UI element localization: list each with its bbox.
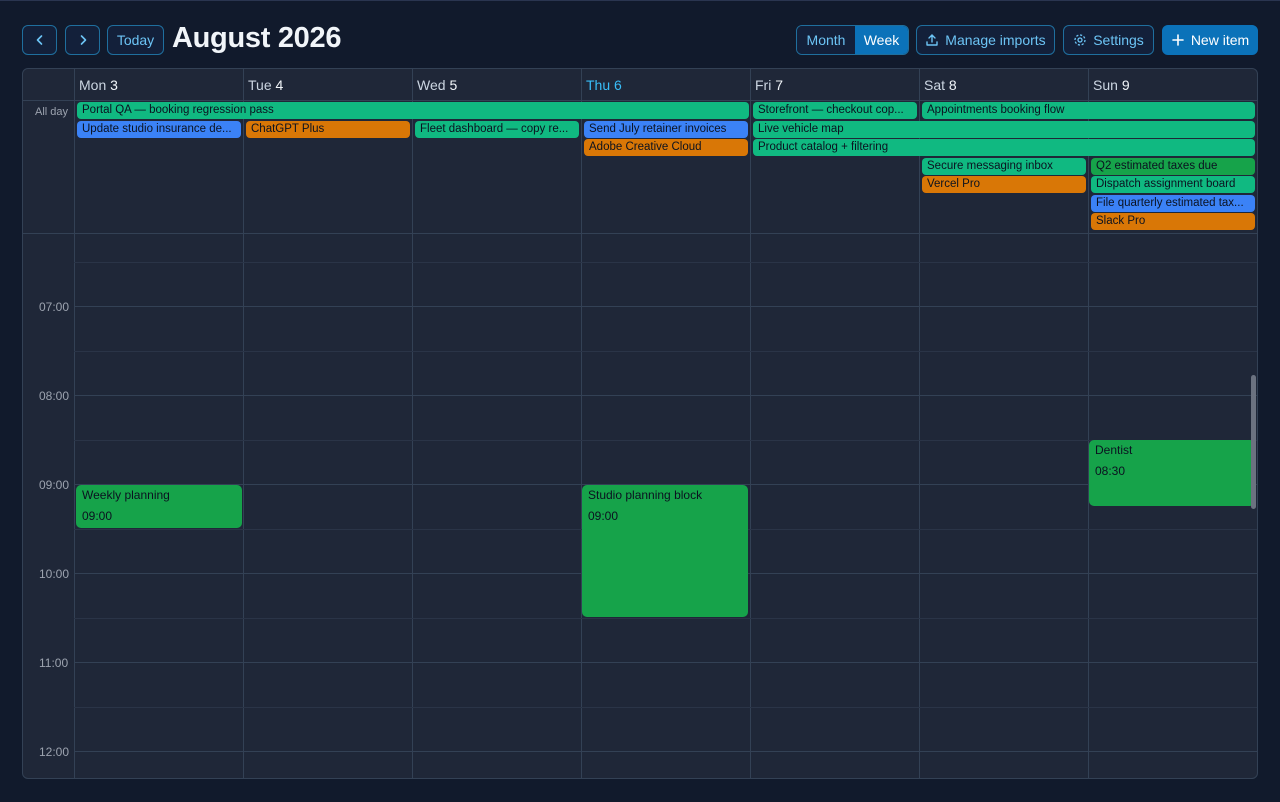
today-button-label: Today: [116, 32, 155, 48]
day-number: 3: [110, 77, 118, 93]
day-header-wed[interactable]: Wed 5: [417, 77, 457, 93]
allday-event[interactable]: Q2 estimated taxes due: [1091, 158, 1255, 175]
allday-event[interactable]: Secure messaging inbox: [922, 158, 1086, 175]
grid-column-line: [1088, 69, 1089, 778]
time-label: 10:00: [39, 567, 70, 581]
event-title: Weekly planning: [82, 488, 170, 502]
manage-imports-label: Manage imports: [945, 32, 1046, 48]
view-month-button[interactable]: Month: [797, 26, 855, 54]
allday-event[interactable]: Fleet dashboard — copy re...: [415, 121, 579, 138]
new-item-label: New item: [1190, 32, 1250, 48]
event-time: 09:00: [588, 509, 619, 523]
next-week-button[interactable]: [65, 25, 100, 55]
day-name: Sat: [924, 77, 946, 93]
allday-event[interactable]: Live vehicle map: [753, 121, 1255, 138]
timed-event[interactable]: Dentist 08:30: [1089, 440, 1255, 506]
timed-event[interactable]: Weekly planning 09:00: [76, 485, 242, 528]
new-item-button[interactable]: New item: [1162, 25, 1258, 55]
allday-event[interactable]: File quarterly estimated tax...: [1091, 195, 1255, 212]
day-header-tue[interactable]: Tue 4: [248, 77, 283, 93]
time-label: 12:00: [39, 745, 70, 759]
chevron-left-icon: [34, 34, 46, 46]
event-time: 08:30: [1095, 464, 1126, 478]
day-name: Tue: [248, 77, 272, 93]
allday-event[interactable]: Portal QA — booking regression pass: [77, 102, 749, 119]
grid-column-line: [74, 69, 75, 778]
day-header-fri[interactable]: Fri 7: [755, 77, 783, 93]
allday-event[interactable]: Product catalog + filtering: [753, 139, 1255, 156]
grid-row-line: [74, 306, 1257, 307]
grid-row-line: [74, 395, 1257, 396]
prev-week-button[interactable]: [22, 25, 57, 55]
day-name: Sun: [1093, 77, 1118, 93]
day-number: 5: [449, 77, 458, 93]
grid-column-line: [581, 69, 582, 778]
grid-row-line: [74, 440, 1257, 441]
allday-event[interactable]: Appointments booking flow: [922, 102, 1255, 119]
allday-event[interactable]: Storefront — checkout cop...: [753, 102, 917, 119]
day-name: Fri: [755, 77, 772, 93]
today-button[interactable]: Today: [107, 25, 164, 55]
settings-label: Settings: [1093, 32, 1144, 48]
day-number: 8: [948, 77, 957, 93]
gear-icon: [1073, 33, 1087, 47]
chevron-right-icon: [77, 34, 89, 46]
vertical-scrollbar[interactable]: [1251, 375, 1256, 509]
day-name: Wed: [417, 77, 446, 93]
event-time: 09:00: [82, 509, 113, 523]
grid-row-line: [74, 351, 1257, 352]
time-label: 09:00: [39, 478, 70, 492]
allday-label: All day: [35, 106, 69, 118]
day-number: 6: [614, 77, 622, 93]
day-number: 9: [1121, 77, 1130, 93]
time-label: 08:00: [39, 389, 70, 403]
day-header-mon[interactable]: Mon 3: [79, 77, 118, 93]
page-title: August 2026: [172, 22, 342, 54]
header-divider: [23, 100, 1257, 101]
day-header-sun[interactable]: Sun 9: [1093, 77, 1130, 93]
grid-column-line: [750, 69, 751, 778]
allday-event[interactable]: Vercel Pro: [922, 176, 1086, 193]
day-header-sat[interactable]: Sat 8: [924, 77, 957, 93]
day-name: Mon: [79, 77, 107, 93]
day-number: 4: [275, 77, 284, 93]
grid-row-line: [74, 707, 1257, 708]
view-week-button[interactable]: Week: [855, 26, 908, 54]
timed-event[interactable]: Studio planning block 09:00: [582, 485, 748, 617]
time-label: 11:00: [39, 656, 69, 670]
day-header-thu[interactable]: Thu 6: [586, 77, 622, 93]
manage-imports-button[interactable]: Manage imports: [916, 25, 1055, 55]
grid-row-line: [74, 618, 1257, 619]
day-name: Thu: [586, 77, 611, 93]
event-title: Studio planning block: [588, 488, 703, 502]
allday-event[interactable]: Adobe Creative Cloud: [584, 139, 748, 156]
grid-row-line: [74, 662, 1257, 663]
allday-event[interactable]: Dispatch assignment board: [1091, 176, 1255, 193]
grid-column-line: [243, 69, 244, 778]
upload-icon: [925, 33, 939, 47]
allday-divider: [23, 233, 1257, 234]
time-label: 07:00: [39, 300, 70, 314]
settings-button[interactable]: Settings: [1063, 25, 1154, 55]
allday-event[interactable]: Slack Pro: [1091, 213, 1255, 230]
allday-event[interactable]: Update studio insurance de...: [77, 121, 241, 138]
grid-column-line: [919, 69, 920, 778]
grid-column-line: [412, 69, 413, 778]
allday-event[interactable]: Send July retainer invoices: [584, 121, 748, 138]
allday-event[interactable]: ChatGPT Plus: [246, 121, 410, 138]
view-switcher: Month Week: [796, 25, 909, 55]
window-top-border: [0, 0, 1280, 1]
event-title: Dentist: [1095, 443, 1133, 457]
plus-icon: [1171, 33, 1185, 47]
day-number: 7: [775, 77, 784, 93]
grid-row-line: [74, 751, 1257, 752]
grid-row-line: [74, 262, 1257, 263]
week-calendar: Mon 3 Tue 4 Wed 5 Thu 6 Fri 7 Sat 8 Sun …: [22, 68, 1258, 779]
